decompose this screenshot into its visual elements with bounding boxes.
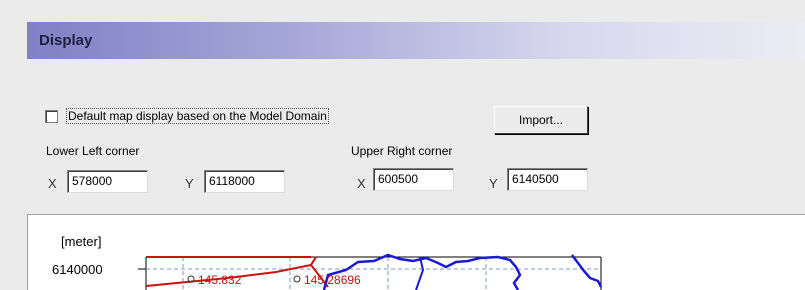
- lower-left-y-input[interactable]: 6118000: [204, 170, 285, 193]
- upper-right-y-label: Y: [489, 176, 498, 191]
- upper-right-label: Upper Right corner: [351, 144, 453, 158]
- default-display-checkbox[interactable]: [45, 110, 58, 123]
- unit-label: [meter]: [61, 234, 101, 249]
- annotation-label: 145.28696: [304, 273, 361, 287]
- import-button-label: Import...: [518, 113, 563, 127]
- section-title: Display: [39, 32, 93, 49]
- upper-right-x-input[interactable]: 600500: [373, 168, 454, 191]
- import-button[interactable]: Import...: [494, 106, 588, 134]
- lower-left-label: Lower Left corner: [46, 144, 140, 158]
- lower-left-x-input[interactable]: 578000: [67, 170, 148, 193]
- map-preview-panel[interactable]: [meter] 6140000 145.832 145.28696: [27, 214, 805, 290]
- map-preview-plot: [meter] 6140000 145.832 145.28696: [52, 234, 603, 290]
- annotation-label: 145.832: [198, 273, 242, 287]
- lower-left-x-label: X: [48, 176, 57, 191]
- river-network-line: [571, 254, 603, 288]
- y-tick-label: 6140000: [52, 262, 103, 277]
- default-display-checkbox-label[interactable]: Default map display based on the Model D…: [66, 108, 329, 124]
- upper-right-y-input[interactable]: 6140500: [507, 168, 588, 191]
- section-header: Display: [27, 22, 805, 59]
- annotation-marker: [293, 275, 301, 283]
- lower-left-y-label: Y: [185, 176, 194, 191]
- river-network-line: [415, 256, 425, 290]
- upper-right-x-label: X: [357, 176, 366, 191]
